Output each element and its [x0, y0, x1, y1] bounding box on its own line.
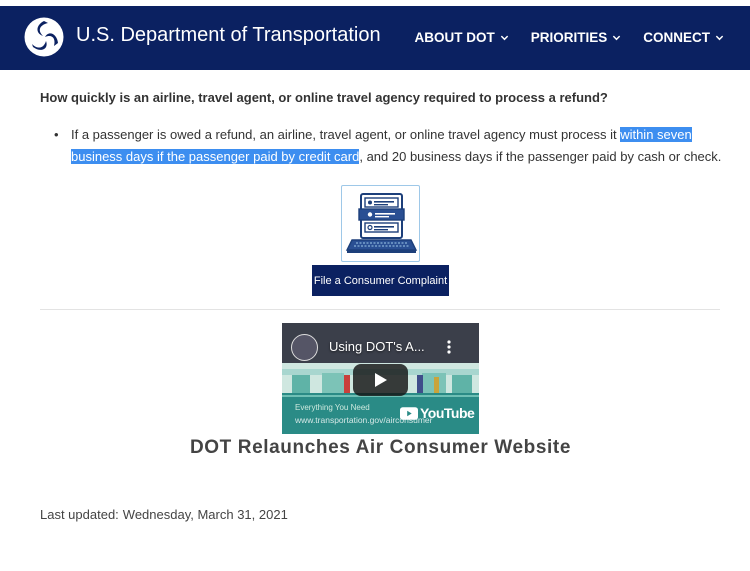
video-heading: DOT Relaunches Air Consumer Website	[189, 437, 572, 458]
bullet-icon: •	[54, 127, 59, 142]
nav-about-dot-label: ABOUT DOT	[414, 30, 495, 45]
faq-answer-text: If a passenger is owed a refund, an airl…	[54, 124, 730, 168]
chevron-down-icon	[715, 35, 724, 41]
nav-about-dot[interactable]: ABOUT DOT	[414, 30, 508, 45]
main-nav: ABOUT DOT PRIORITIES CONNECT	[414, 30, 724, 45]
complaint-laptop-icon[interactable]	[341, 185, 420, 262]
youtube-logo[interactable]: YouTube	[400, 405, 475, 421]
youtube-icon	[400, 406, 418, 420]
video-title[interactable]: Using DOT's A...	[329, 339, 425, 354]
nav-priorities-label: PRIORITIES	[530, 30, 608, 45]
last-updated-date: Wednesday, March 31, 2021	[122, 507, 288, 522]
play-button[interactable]	[353, 364, 408, 396]
answer-text-start: If a passenger is owed a refund, an airl…	[71, 127, 621, 142]
play-icon	[374, 373, 387, 387]
video-embed[interactable]: Using DOT's A... Everything You Need www…	[282, 323, 479, 434]
laptop-form-icon	[345, 193, 418, 253]
more-options-icon[interactable]	[445, 339, 453, 355]
youtube-wordmark: YouTube	[420, 405, 475, 421]
chevron-down-icon	[613, 35, 621, 41]
last-updated-label: Last updated:	[40, 507, 119, 522]
section-divider	[40, 309, 720, 310]
nav-priorities[interactable]: PRIORITIES	[531, 30, 622, 45]
chevron-down-icon	[500, 35, 508, 41]
file-complaint-button[interactable]: File a Consumer Complaint	[312, 265, 449, 296]
nav-connect[interactable]: CONNECT	[643, 30, 724, 45]
last-updated: Last updated: Wednesday, March 31, 2021	[40, 507, 288, 522]
faq-answer: • If a passenger is owed a refund, an ai…	[54, 124, 730, 168]
dot-logo-icon[interactable]	[24, 17, 64, 57]
site-header: U.S. Department of Transportation ABOUT …	[0, 0, 750, 70]
channel-avatar[interactable]	[291, 334, 318, 361]
answer-text-end: , and 20 business days if the passenger …	[359, 149, 722, 164]
site-title[interactable]: U.S. Department of Transportation	[76, 24, 381, 47]
nav-connect-label: CONNECT	[643, 30, 710, 45]
faq-question: How quickly is an airline, travel agent,…	[40, 90, 608, 105]
video-caption: Everything You Need	[295, 403, 370, 412]
